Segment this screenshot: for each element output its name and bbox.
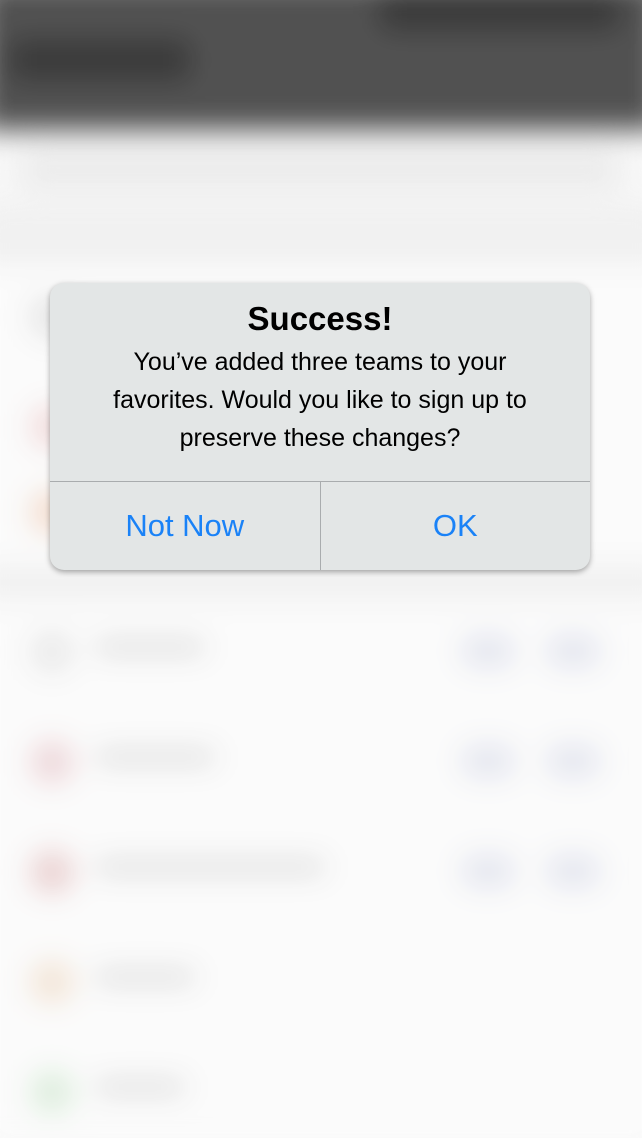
alert-button-bar: Not Now OK: [50, 481, 590, 570]
app-screen: Success! You’ve added three teams to you…: [0, 0, 642, 1138]
success-alert-dialog: Success! You’ve added three teams to you…: [50, 283, 590, 570]
ok-button[interactable]: OK: [321, 482, 591, 570]
alert-title: Success!: [247, 300, 393, 337]
alert-message: You’ve added three teams to your favorit…: [113, 348, 527, 452]
not-now-button[interactable]: Not Now: [50, 482, 321, 570]
alert-body: Success! You’ve added three teams to you…: [50, 283, 590, 482]
